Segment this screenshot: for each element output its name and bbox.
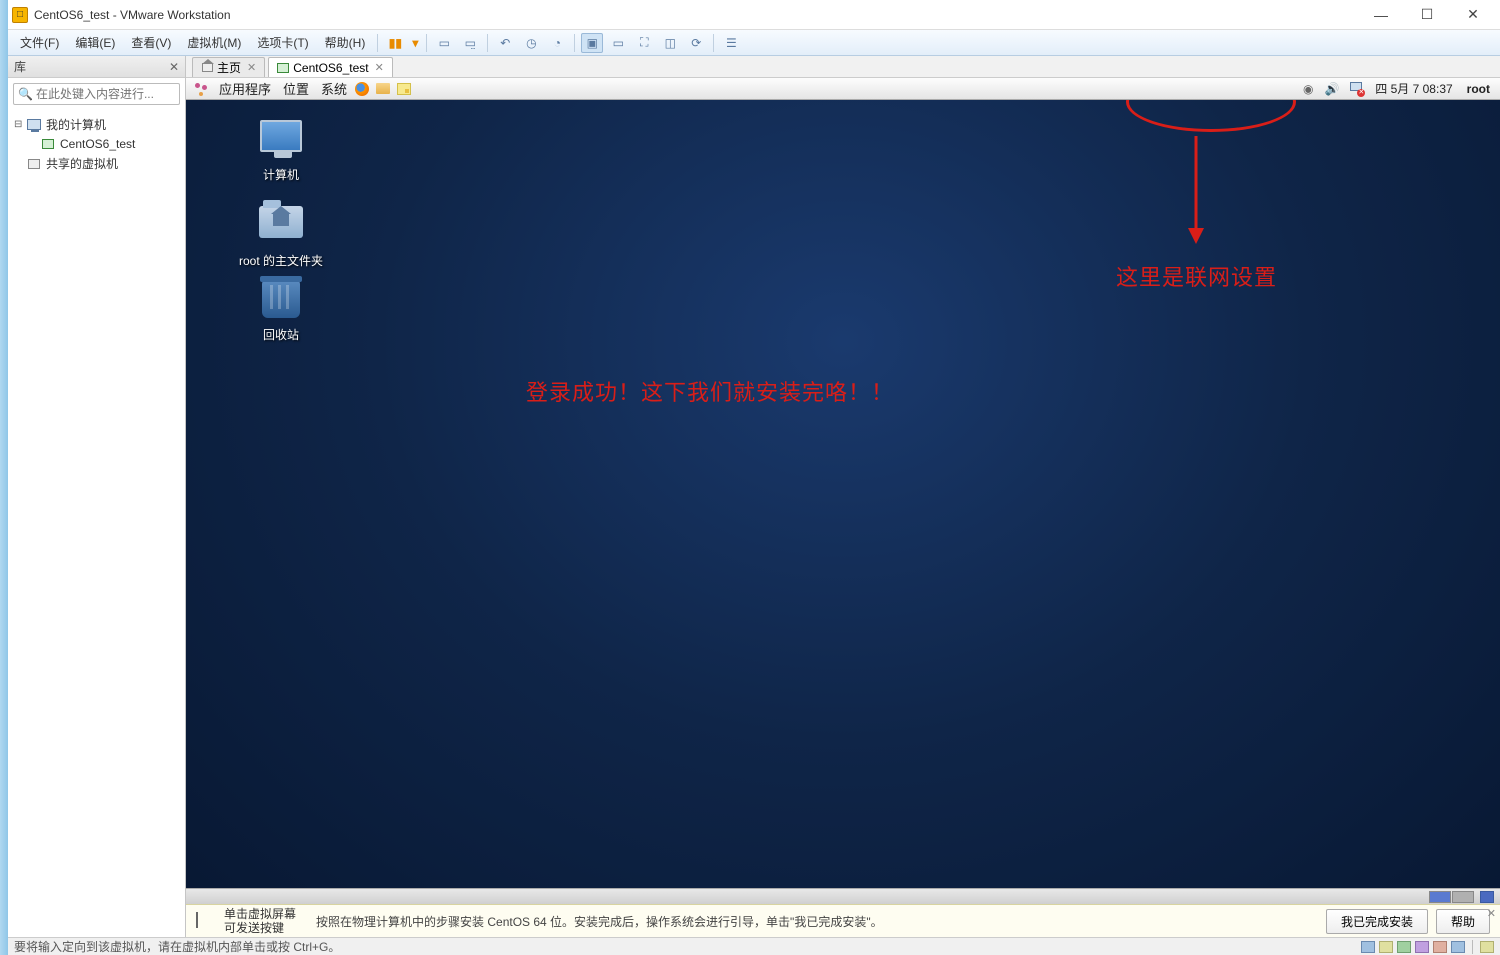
device-sound-icon[interactable] (1433, 941, 1447, 953)
snapshot-mgr-button[interactable]: ▭̤ (459, 33, 481, 53)
monitor-icon (196, 913, 216, 929)
gnome-datetime[interactable]: 四 5月 7 08:37 (1371, 80, 1456, 97)
library-search-box[interactable]: 🔍 ▾ (13, 83, 180, 105)
tree-vm-centos[interactable]: CentOS6_test (10, 135, 183, 153)
vm-icon (40, 137, 56, 151)
hint-close-button[interactable]: ✕ (1487, 907, 1496, 920)
computer-icon (26, 118, 42, 132)
menu-help[interactable]: 帮助(H) (317, 32, 374, 53)
tree-label: 我的计算机 (46, 116, 106, 133)
menu-edit[interactable]: 编辑(E) (67, 32, 123, 53)
menubar: 文件(F) 编辑(E) 查看(V) 虚拟机(M) 选项卡(T) 帮助(H) ▮▮… (8, 30, 1500, 56)
tab-label: CentOS6_test (293, 61, 368, 75)
gnome-menu-places[interactable]: 位置 (277, 79, 315, 98)
menu-tabs[interactable]: 选项卡(T) (249, 32, 316, 53)
gnome-user[interactable]: root (1463, 82, 1494, 96)
pause-button[interactable]: ▮▮ (384, 33, 406, 53)
home-icon (201, 62, 213, 74)
search-icon: 🔍 (18, 87, 33, 101)
tree-label: 共享的虚拟机 (46, 155, 118, 172)
desktop-icon-computer[interactable]: 计算机 (236, 120, 326, 183)
network-icon[interactable]: ✕ (1347, 81, 1365, 97)
pause-dropdown[interactable]: ▾ (410, 33, 420, 53)
maximize-button[interactable]: ☐ (1404, 0, 1450, 30)
tree-label: CentOS6_test (60, 137, 135, 151)
device-cd-icon[interactable] (1379, 941, 1393, 953)
library-search-input[interactable] (36, 87, 191, 101)
gnome-menu-system[interactable]: 系统 (315, 79, 353, 98)
firefox-icon[interactable] (353, 81, 371, 97)
tree-toggle-icon[interactable]: ⊟ (14, 119, 26, 130)
window-title: CentOS6_test - VMware Workstation (34, 8, 231, 22)
workspace-switcher[interactable] (1429, 891, 1474, 903)
snapshot-button[interactable]: ▭ (433, 33, 455, 53)
minimize-button[interactable]: — (1358, 0, 1404, 30)
gnome-menu-applications[interactable]: 应用程序 (213, 79, 277, 98)
close-button[interactable]: ✕ (1450, 0, 1496, 30)
icon-label: root 的主文件夹 (236, 252, 326, 269)
menu-vm[interactable]: 虚拟机(M) (179, 32, 249, 53)
nautilus-icon[interactable] (374, 81, 392, 97)
device-msg-icon[interactable] (1480, 941, 1494, 953)
device-hdd-icon[interactable] (1361, 941, 1375, 953)
vm-tab-strip: 主页 ✕ CentOS6_test ✕ (186, 56, 1500, 78)
hint-title: 单击虚拟屏幕 可发送按键 (224, 907, 296, 936)
library-close-button[interactable]: ✕ (169, 60, 179, 74)
main-area: 主页 ✕ CentOS6_test ✕ 应用程序 位置 系统 ◉ 🔊 ✕ 四 5… (186, 56, 1500, 937)
device-printer-icon[interactable] (1451, 941, 1465, 953)
tree-my-computer[interactable]: ⊟ 我的计算机 (10, 114, 183, 135)
library-title: 库 (14, 58, 169, 75)
tab-centos[interactable]: CentOS6_test ✕ (268, 57, 393, 77)
install-done-button[interactable]: 我已完成安装 (1326, 909, 1428, 934)
desktop-icon-home[interactable]: root 的主文件夹 (236, 202, 326, 269)
clock1-button[interactable]: ◷ (520, 33, 542, 53)
status-message: 要将输入定向到该虚拟机，请在虚拟机内部单击或按 Ctrl+G。 (14, 938, 340, 955)
hint-message: 按照在物理计算机中的步骤安装 CentOS 64 位。安装完成后，操作系统会进行… (316, 913, 883, 930)
library-toggle-button[interactable]: ☰ (720, 33, 742, 53)
tab-close-button[interactable]: ✕ (247, 61, 256, 74)
menu-file[interactable]: 文件(F) (12, 32, 67, 53)
gnome-bottom-panel (186, 888, 1500, 904)
gedit-icon[interactable] (395, 81, 413, 97)
statusbar: 要将输入定向到该虚拟机，请在虚拟机内部单击或按 Ctrl+G。 (8, 937, 1500, 955)
annotation-network-text: 这里是联网设置 (1116, 260, 1277, 292)
annotation-arrow-icon (1181, 136, 1211, 246)
help-button[interactable]: 帮助 (1436, 909, 1490, 934)
tab-home[interactable]: 主页 ✕ (192, 57, 265, 77)
vm-desktop[interactable]: 计算机 root 的主文件夹 回收站 这里是联网设置 登录成功！这下我们就安装完… (186, 100, 1500, 904)
device-net-icon[interactable] (1397, 941, 1411, 953)
annotation-ellipse (1126, 100, 1296, 132)
device-usb-icon[interactable] (1415, 941, 1429, 953)
window-titlebar: □ CentOS6_test - VMware Workstation — ☐ … (8, 0, 1500, 30)
view-cycle-button[interactable]: ⟳ (685, 33, 707, 53)
tab-close-button[interactable]: ✕ (375, 61, 384, 74)
revert-button[interactable]: ↶ (494, 33, 516, 53)
icon-label: 回收站 (236, 326, 326, 343)
update-icon[interactable]: ◉ (1299, 81, 1317, 97)
tree-shared-vms[interactable]: 共享的虚拟机 (10, 153, 183, 174)
statusbar-icons (1361, 940, 1494, 954)
view-fullscreen-button[interactable]: ⛶ (633, 33, 655, 53)
vm-icon (277, 62, 289, 74)
library-sidebar: 库 ✕ 🔍 ▾ ⊟ 我的计算机 CentOS6_test 共享的虚拟机 (8, 56, 186, 937)
show-desktop-icon[interactable] (1480, 891, 1494, 903)
clock2-button[interactable]: ◔ (546, 33, 568, 53)
view-unity-button[interactable]: ◫ (659, 33, 681, 53)
tab-label: 主页 (217, 59, 241, 76)
workspace-2[interactable] (1452, 891, 1474, 903)
gnome-foot-icon[interactable] (192, 81, 210, 97)
view-single-button[interactable]: ▭ (607, 33, 629, 53)
annotation-success-text: 登录成功！这下我们就安装完咯！！ (526, 375, 894, 407)
gnome-top-panel: 应用程序 位置 系统 ◉ 🔊 ✕ 四 5月 7 08:37 root (186, 78, 1500, 100)
icon-label: 计算机 (236, 166, 326, 183)
app-icon: □ (12, 7, 28, 23)
volume-icon[interactable]: 🔊 (1323, 81, 1341, 97)
library-tree: ⊟ 我的计算机 CentOS6_test 共享的虚拟机 (8, 110, 185, 178)
install-hint-bar: ✕ 单击虚拟屏幕 可发送按键 按照在物理计算机中的步骤安装 CentOS 64 … (186, 904, 1500, 937)
workspace-1[interactable] (1429, 891, 1451, 903)
view-console-button[interactable]: ▣ (581, 33, 603, 53)
desktop-icon-trash[interactable]: 回收站 (236, 280, 326, 343)
shared-icon (26, 157, 42, 171)
menu-view[interactable]: 查看(V) (123, 32, 179, 53)
